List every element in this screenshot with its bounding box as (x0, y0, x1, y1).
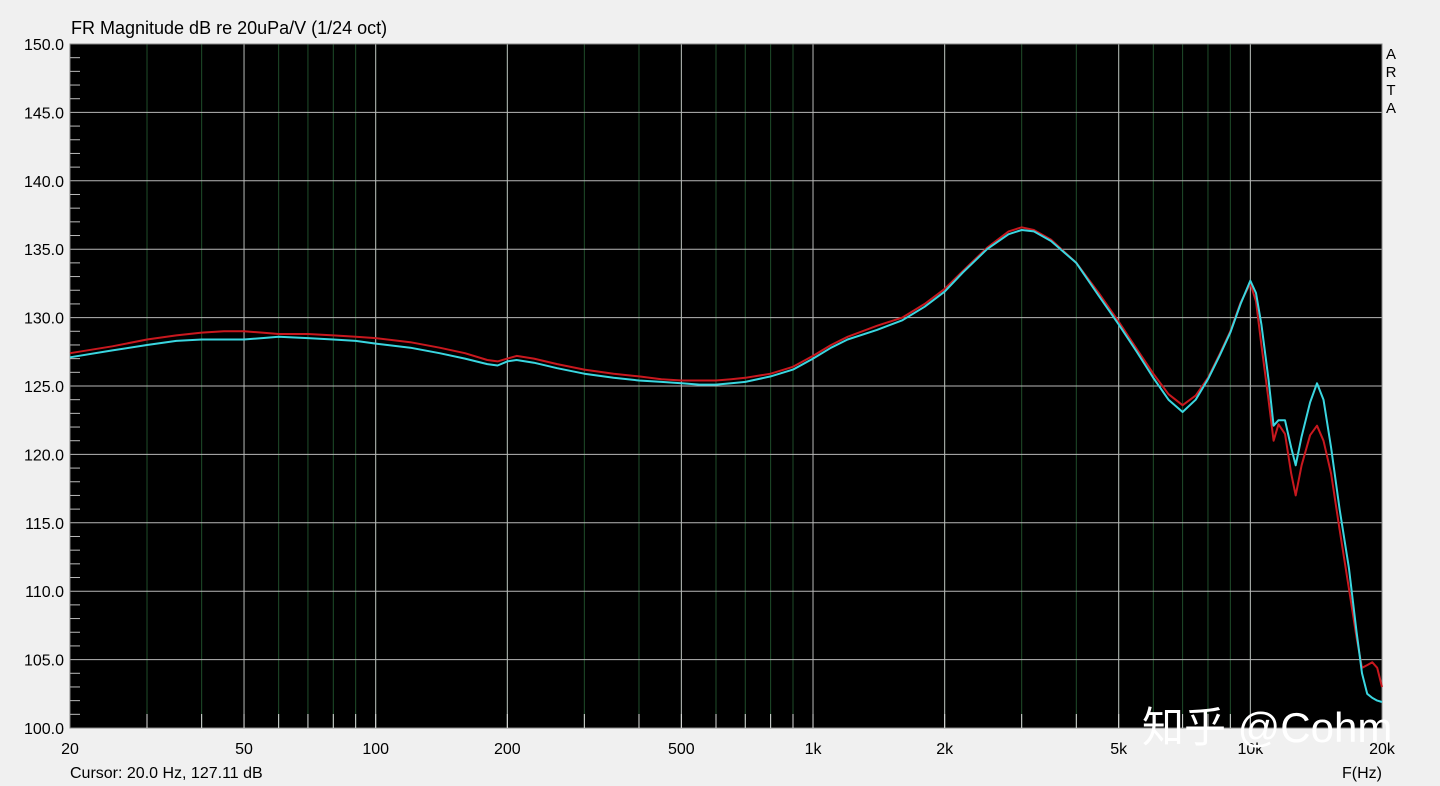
side-letter: A (1386, 46, 1396, 63)
x-tick-label: 20 (61, 741, 79, 758)
y-tick-label: 150.0 (24, 37, 64, 54)
x-tick-label: 50 (235, 741, 253, 758)
x-tick-label: 5k (1110, 741, 1128, 758)
cursor-readout: Cursor: 20.0 Hz, 127.11 dB (70, 765, 263, 782)
y-tick-label: 110.0 (25, 584, 64, 601)
y-tick-label: 140.0 (24, 174, 64, 191)
x-tick-label: 100 (362, 741, 389, 758)
x-tick-label: 2k (936, 741, 954, 758)
side-letter: T (1386, 82, 1395, 99)
side-letter: A (1386, 100, 1396, 117)
y-tick-label: 100.0 (24, 721, 64, 738)
x-tick-label: 1k (805, 741, 823, 758)
x-axis-label: F(Hz) (1342, 765, 1382, 782)
side-letter: R (1386, 64, 1397, 81)
y-tick-labels: 100.0 105.0 110.0 115.0 120.0 125.0 130.0 135.0… (24, 37, 64, 738)
zhihu-watermark: 知乎 @Cohm (1142, 704, 1392, 751)
y-tick-label: 115.0 (25, 516, 64, 533)
arta-side-label: ARTA (1386, 46, 1397, 117)
y-tick-label: 105.0 (24, 653, 64, 670)
chart-title: FR Magnitude dB re 20uPa/V (1/24 oct) (71, 18, 387, 38)
y-tick-label: 125.0 (24, 379, 64, 396)
y-tick-label: 130.0 (24, 311, 64, 328)
y-tick-label: 135.0 (24, 242, 64, 259)
x-tick-label: 200 (494, 741, 521, 758)
y-tick-label: 120.0 (24, 447, 64, 464)
frequency-response-chart[interactable]: FR Magnitude dB re 20uPa/V (1/24 oct) 10… (0, 0, 1440, 786)
x-tick-label: 500 (668, 741, 695, 758)
y-tick-label: 145.0 (24, 105, 64, 122)
